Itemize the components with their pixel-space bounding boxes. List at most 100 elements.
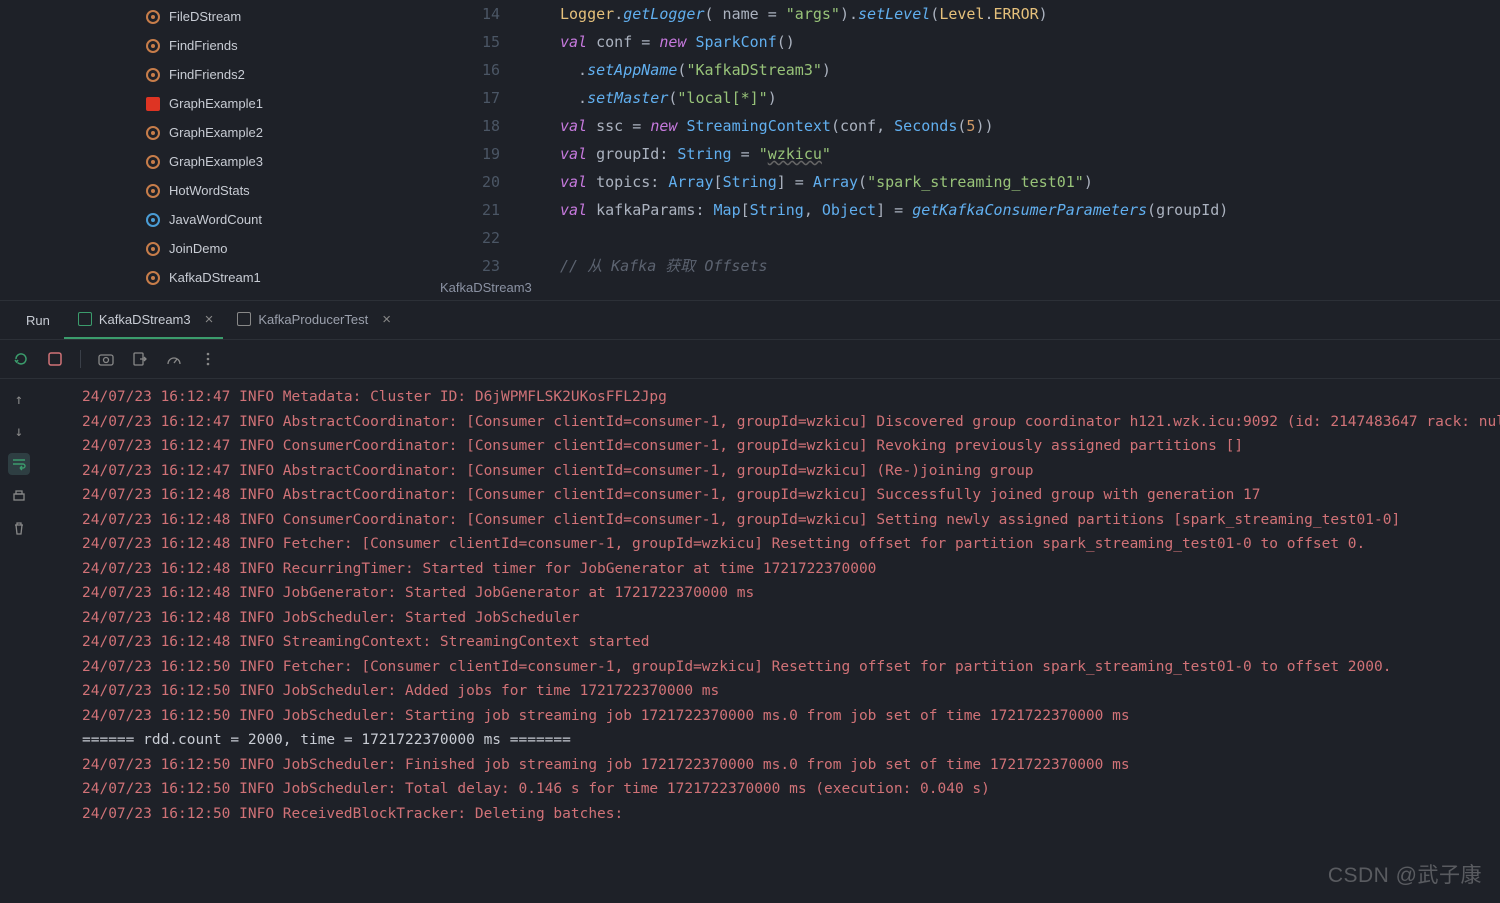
code-line[interactable]: val groupId: String = "wzkicu" [520,140,1500,168]
line-number: 14 [420,0,500,28]
tree-item-label: FindFriends [169,38,238,53]
line-number: 17 [420,84,500,112]
log-line[interactable]: 24/07/23 16:12:50 INFO JobScheduler: Add… [42,679,1496,704]
tree-item-label: JavaWordCount [169,212,262,227]
object-icon [145,299,161,301]
log-line[interactable]: 24/07/23 16:12:47 INFO ConsumerCoordinat… [42,434,1496,459]
run-tab-kafkadstream3[interactable]: KafkaDStream3 × [64,302,224,339]
tree-item-findfriends2[interactable]: FindFriends2 [40,60,420,89]
log-line[interactable]: 24/07/23 16:12:50 INFO Fetcher: [Consume… [42,655,1496,680]
up-arrow-icon[interactable]: ↑ [8,389,30,411]
tree-item-label: KafkaDStream2 [169,299,261,300]
object-icon [145,9,161,25]
code-line[interactable]: val ssc = new StreamingContext(conf, Sec… [520,112,1500,140]
line-number: 21 [420,196,500,224]
tree-item-filedstream[interactable]: FileDStream [40,2,420,31]
tree-item-javawordcount[interactable]: JavaWordCount [40,205,420,234]
tree-item-label: FileDStream [169,9,241,24]
project-tree[interactable]: FileDStream FindFriends FindFriends2 GraphE… [0,0,420,300]
log-line[interactable]: 24/07/23 16:12:50 INFO ReceivedBlockTrac… [42,802,1496,827]
tree-item-findfriends[interactable]: FindFriends [40,31,420,60]
object-icon [145,241,161,257]
tree-item-graphexample1[interactable]: GraphExample1 [40,89,420,118]
class-icon [145,212,161,228]
console-output[interactable]: 24/07/23 16:12:47 INFO Metadata: Cluster… [38,379,1500,879]
code-editor[interactable]: 14151617181920212223 Logger.getLogger( n… [420,0,1500,300]
object-icon [145,154,161,170]
code-line[interactable]: Logger.getLogger( name = "args").setLeve… [520,0,1500,28]
object-icon [145,183,161,199]
tree-item-label: GraphExample3 [169,154,263,169]
object-icon [145,270,161,286]
exit-icon[interactable] [131,350,149,368]
code-line[interactable]: val conf = new SparkConf() [520,28,1500,56]
gauge-icon[interactable] [165,350,183,368]
log-line[interactable]: 24/07/23 16:12:48 INFO JobScheduler: Sta… [42,606,1496,631]
log-line[interactable]: 24/07/23 16:12:50 INFO JobScheduler: Tot… [42,777,1496,802]
log-line[interactable]: 24/07/23 16:12:48 INFO Fetcher: [Consume… [42,532,1496,557]
print-icon[interactable] [8,485,30,507]
camera-icon[interactable] [97,350,115,368]
run-tabs-bar: Run KafkaDStream3×KafkaProducerTest× [0,301,1500,339]
object-icon [145,125,161,141]
line-gutter: 14151617181920212223 [420,0,520,300]
console-side-toolbar: ↑ ↓ [0,379,38,879]
console-body: ↑ ↓ 24/07/23 16:12:47 INFO Metadata: Clu… [0,379,1500,879]
run-config-icon [237,312,251,326]
tree-item-graphexample2[interactable]: GraphExample2 [40,118,420,147]
log-line[interactable]: 24/07/23 16:12:48 INFO AbstractCoordinat… [42,483,1496,508]
editor-pane: FileDStream FindFriends FindFriends2 GraphE… [0,0,1500,300]
close-icon[interactable]: × [376,311,397,328]
line-number: 23 [420,252,500,280]
log-line[interactable]: 24/07/23 16:12:47 INFO Metadata: Cluster… [42,385,1496,410]
code-line[interactable]: .setAppName("KafkaDStream3") [520,56,1500,84]
line-number: 18 [420,112,500,140]
log-line[interactable]: 24/07/23 16:12:48 INFO ConsumerCoordinat… [42,508,1496,533]
tree-item-label: GraphExample2 [169,125,263,140]
code-content[interactable]: Logger.getLogger( name = "args").setLeve… [520,0,1500,300]
trash-icon[interactable] [8,517,30,539]
log-line[interactable]: 24/07/23 16:12:50 INFO JobScheduler: Fin… [42,753,1496,778]
code-line[interactable]: val topics: Array[String] = Array("spark… [520,168,1500,196]
tree-item-kafkadstream2[interactable]: KafkaDStream2 [40,292,420,300]
code-line[interactable]: val kafkaParams: Map[String, Object] = g… [520,196,1500,224]
more-icon[interactable] [199,350,217,368]
code-line[interactable] [520,224,1500,252]
line-number: 16 [420,56,500,84]
soft-wrap-icon[interactable] [8,453,30,475]
object-icon [145,38,161,54]
tree-item-label: HotWordStats [169,183,250,198]
run-tab-kafkaproducertest[interactable]: KafkaProducerTest × [223,302,401,339]
line-number: 15 [420,28,500,56]
log-line[interactable]: 24/07/23 16:12:48 INFO RecurringTimer: S… [42,557,1496,582]
log-line[interactable]: 24/07/23 16:12:50 INFO JobScheduler: Sta… [42,704,1496,729]
tree-item-joindemo[interactable]: JoinDemo [40,234,420,263]
tree-item-graphexample3[interactable]: GraphExample3 [40,147,420,176]
run-config-icon [78,312,92,326]
rerun-button[interactable] [12,350,30,368]
tree-item-label: FindFriends2 [169,67,245,82]
log-line[interactable]: ====== rdd.count = 2000, time = 17217223… [42,728,1496,753]
tree-item-label: GraphExample1 [169,96,263,111]
line-number: 19 [420,140,500,168]
code-line[interactable]: // 从 Kafka 获取 Offsets [520,252,1500,280]
line-number: 20 [420,168,500,196]
tree-item-label: KafkaDStream1 [169,270,261,285]
code-line[interactable]: .setMaster("local[*]") [520,84,1500,112]
log-line[interactable]: 24/07/23 16:12:48 INFO StreamingContext:… [42,630,1496,655]
stop-button[interactable] [46,350,64,368]
tree-item-label: JoinDemo [169,241,228,256]
run-tab-label: KafkaDStream3 [99,312,191,327]
run-tab-label: KafkaProducerTest [258,312,368,327]
run-tool-window: Run KafkaDStream3×KafkaProducerTest× ↑ ↓… [0,300,1500,879]
watermark: CSDN @武子康 [1328,859,1482,889]
tree-item-hotwordstats[interactable]: HotWordStats [40,176,420,205]
close-icon[interactable]: × [199,311,220,328]
log-line[interactable]: 24/07/23 16:12:48 INFO JobGenerator: Sta… [42,581,1496,606]
log-line[interactable]: 24/07/23 16:12:47 INFO AbstractCoordinat… [42,410,1496,435]
breadcrumb[interactable]: KafkaDStream3 [440,280,532,295]
tree-item-kafkadstream1[interactable]: KafkaDStream1 [40,263,420,292]
log-line[interactable]: 24/07/23 16:12:47 INFO AbstractCoordinat… [42,459,1496,484]
down-arrow-icon[interactable]: ↓ [8,421,30,443]
line-number: 22 [420,224,500,252]
